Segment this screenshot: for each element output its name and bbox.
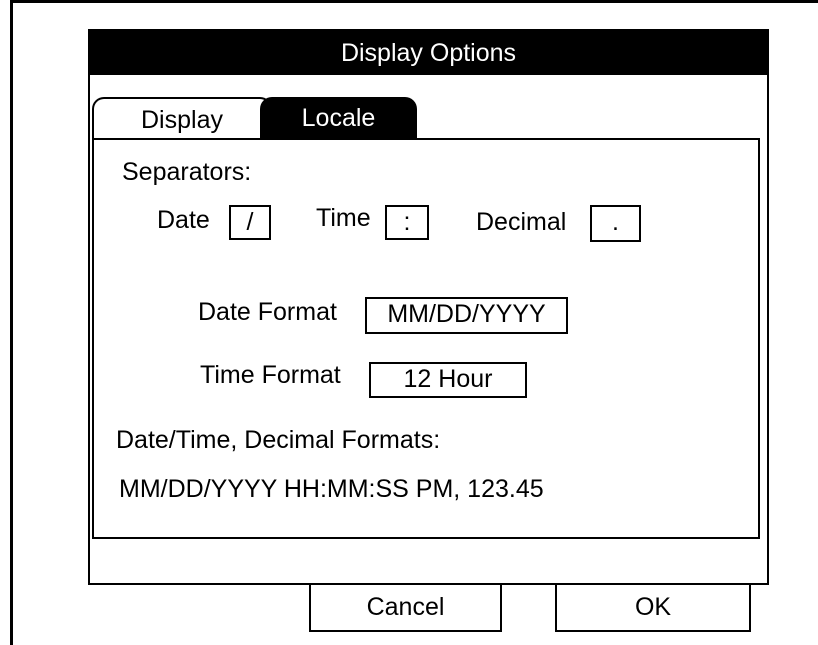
date-separator-label: Date (157, 206, 210, 234)
tab-display[interactable]: Display (92, 97, 272, 138)
time-separator-field[interactable]: : (385, 205, 429, 240)
decimal-separator-label: Decimal (476, 208, 567, 236)
preview-value: MM/DD/YYYY HH:MM:SS PM, 123.45 (119, 475, 544, 503)
decimal-separator-field[interactable]: . (590, 205, 641, 242)
dialog-title: Display Options (90, 31, 767, 75)
preview-label: Date/Time, Decimal Formats: (116, 426, 441, 454)
date-separator-field[interactable]: / (229, 205, 271, 240)
time-format-field[interactable]: 12 Hour (369, 362, 527, 398)
date-format-field[interactable]: MM/DD/YYYY (365, 297, 568, 334)
tab-locale[interactable]: Locale (260, 97, 417, 138)
ok-button[interactable]: OK (555, 583, 751, 632)
window-frame-top (10, 0, 818, 3)
cancel-button[interactable]: Cancel (309, 583, 502, 632)
separators-label: Separators: (122, 158, 252, 186)
date-format-label: Date Format (198, 298, 337, 326)
time-separator-label: Time (316, 204, 371, 232)
window-frame-left (10, 0, 13, 645)
time-format-label: Time Format (200, 361, 341, 389)
